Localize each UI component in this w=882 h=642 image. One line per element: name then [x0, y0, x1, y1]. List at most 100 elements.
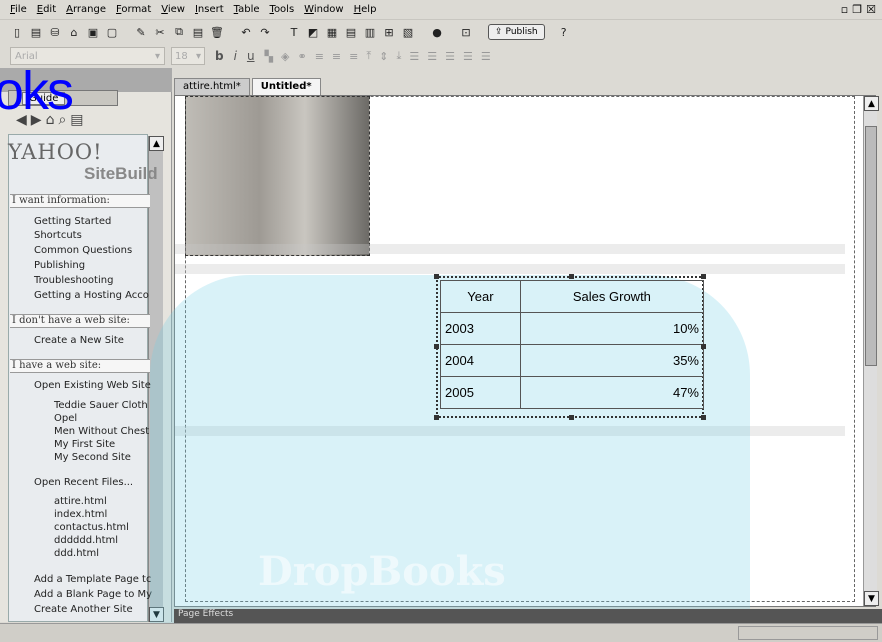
header-sales-growth[interactable]: Sales Growth: [519, 280, 705, 313]
text-color-icon[interactable]: ▚: [265, 50, 273, 63]
menu-insert[interactable]: Insert: [195, 4, 224, 15]
table-icon[interactable]: ▦: [325, 25, 339, 39]
menu-help[interactable]: Help: [354, 4, 377, 15]
menu-arrange[interactable]: Arrange: [66, 4, 106, 15]
recent-file-item[interactable]: index.html: [54, 509, 107, 520]
link-open-existing[interactable]: Open Existing Web Site: [34, 380, 151, 391]
menu-window[interactable]: Window: [304, 4, 343, 15]
restore-icon[interactable]: ❐: [852, 3, 862, 16]
link-shortcuts[interactable]: Shortcuts: [34, 230, 82, 241]
redo-icon[interactable]: ↷: [258, 25, 272, 39]
bold-icon[interactable]: b: [215, 49, 224, 63]
new-page-icon[interactable]: ▯: [10, 25, 24, 39]
copy-icon[interactable]: ⧉: [172, 25, 186, 39]
menu-tools[interactable]: Tools: [270, 4, 295, 15]
valign-middle-icon[interactable]: ⇕: [379, 50, 388, 63]
undo-icon[interactable]: ↶: [239, 25, 253, 39]
resize-handle[interactable]: [701, 274, 706, 279]
resize-handle[interactable]: [434, 415, 439, 420]
menu-format[interactable]: Format: [116, 4, 151, 15]
menu-view[interactable]: View: [161, 4, 185, 15]
align-left-icon[interactable]: ≡: [315, 50, 324, 63]
minimize-icon[interactable]: ▫: [841, 3, 848, 16]
edit-icon[interactable]: ✎: [134, 25, 148, 39]
cell-year[interactable]: 2004: [440, 344, 521, 377]
link-add-blank[interactable]: Add a Blank Page to My: [34, 589, 152, 600]
back-arrow-icon[interactable]: ◀: [16, 112, 27, 128]
recent-file-item[interactable]: ddd.html: [54, 548, 99, 559]
link-open-recent[interactable]: Open Recent Files...: [34, 477, 133, 488]
fill-color-icon[interactable]: ◈: [281, 50, 289, 63]
bullet-list-icon[interactable]: ☰: [409, 50, 419, 63]
link-icon[interactable]: ⚭: [297, 50, 306, 63]
indent-more-icon[interactable]: ☰: [481, 50, 491, 63]
menu-table[interactable]: Table: [234, 4, 260, 15]
site-item[interactable]: My Second Site: [54, 452, 131, 463]
delete-icon[interactable]: 🗑: [210, 25, 224, 39]
new-site-icon[interactable]: ▤: [29, 25, 43, 39]
tab-attire[interactable]: attire.html*: [174, 78, 250, 96]
link-publishing[interactable]: Publishing: [34, 260, 85, 271]
link-getting-started[interactable]: Getting Started: [34, 216, 111, 227]
resize-handle[interactable]: [701, 415, 706, 420]
cell-growth[interactable]: 10%: [519, 312, 705, 345]
header-year[interactable]: Year: [440, 280, 521, 313]
editor-scrollbar[interactable]: ▲ ▼: [863, 96, 879, 606]
resize-handle[interactable]: [434, 274, 439, 279]
link-troubleshooting[interactable]: Troubleshooting: [34, 275, 113, 286]
indent-icon[interactable]: ☰: [463, 50, 473, 63]
valign-bottom-icon[interactable]: ⤓: [396, 49, 401, 63]
scroll-thumb[interactable]: [865, 126, 877, 366]
tab-guide[interactable]: Guide: [22, 92, 66, 105]
site-item[interactable]: Men Without Chest: [54, 426, 149, 437]
scroll-up-icon[interactable]: ▲: [864, 96, 879, 111]
save-icon[interactable]: ▣: [86, 25, 100, 39]
home-icon[interactable]: ⌂: [46, 112, 55, 128]
cut-icon[interactable]: ✂: [153, 25, 167, 39]
preview-icon[interactable]: ▢: [105, 25, 119, 39]
close-icon[interactable]: ☒: [866, 3, 876, 16]
link-create-site[interactable]: Create a New Site: [34, 335, 124, 346]
scroll-down-icon[interactable]: ▼: [149, 607, 164, 622]
recent-file-item[interactable]: dddddd.html: [54, 535, 118, 546]
recent-file-item[interactable]: contactus.html: [54, 522, 129, 533]
link-common-questions[interactable]: Common Questions: [34, 245, 132, 256]
tab-untitled[interactable]: Untitled*: [251, 78, 321, 96]
cell-year[interactable]: 2005: [440, 376, 521, 409]
guide-scrollbar[interactable]: ▲ ▼: [148, 136, 164, 622]
resize-handle[interactable]: [569, 274, 574, 279]
scroll-down-icon[interactable]: ▼: [864, 591, 879, 606]
globe-icon[interactable]: ●: [430, 25, 444, 39]
site-item[interactable]: Teddie Sauer Cloth: [54, 400, 148, 411]
menu-file[interactable]: File: [10, 4, 27, 15]
outdent-icon[interactable]: ☰: [445, 50, 455, 63]
folder-icon[interactable]: ⌂: [67, 25, 81, 39]
link-create-another[interactable]: Create Another Site: [34, 604, 133, 615]
italic-icon[interactable]: i: [234, 49, 237, 63]
align-center-icon[interactable]: ≡: [332, 50, 341, 63]
font-select[interactable]: Arial ▾: [10, 47, 165, 65]
resize-handle[interactable]: [569, 415, 574, 420]
link-add-template[interactable]: Add a Template Page tc: [34, 574, 151, 585]
media-icon[interactable]: ▧: [401, 25, 415, 39]
scroll-up-icon[interactable]: ▲: [149, 136, 164, 151]
print-icon[interactable]: ▤: [70, 112, 83, 128]
import-icon[interactable]: ⊡: [459, 25, 473, 39]
grid-icon[interactable]: ⊞: [382, 25, 396, 39]
underline-icon[interactable]: u: [247, 49, 255, 63]
button-icon[interactable]: ▥: [363, 25, 377, 39]
resize-handle[interactable]: [434, 344, 439, 349]
sales-table[interactable]: Year Sales Growth 2003 10% 2004 35% 2005…: [434, 274, 706, 420]
cell-growth[interactable]: 35%: [519, 344, 705, 377]
form-icon[interactable]: ▤: [344, 25, 358, 39]
number-list-icon[interactable]: ☰: [427, 50, 437, 63]
help-icon[interactable]: ?: [557, 25, 571, 39]
valign-top-icon[interactable]: ⤒: [366, 49, 371, 63]
search-icon[interactable]: ⌕: [58, 112, 66, 128]
open-icon[interactable]: ⛁: [48, 25, 62, 39]
text-box-icon[interactable]: T: [287, 25, 301, 39]
resize-handle[interactable]: [701, 344, 706, 349]
align-right-icon[interactable]: ≡: [349, 50, 358, 63]
site-item[interactable]: My First Site: [54, 439, 115, 450]
page-effects-bar[interactable]: Page Effects: [174, 609, 882, 623]
